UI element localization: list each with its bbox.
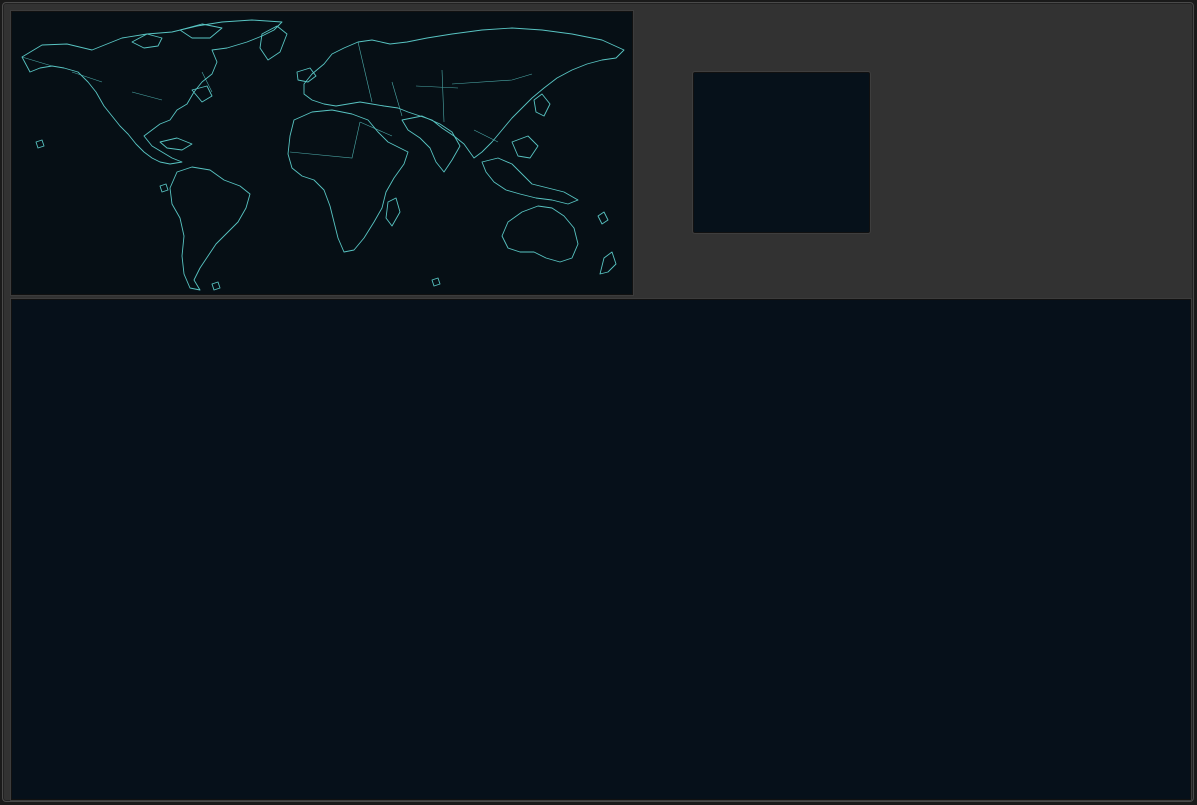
world-map-panel[interactable] <box>11 11 633 295</box>
app-window <box>2 2 1194 802</box>
south-america-outline <box>169 166 251 291</box>
main-content-panel <box>11 299 1191 800</box>
australia-outline <box>501 205 579 263</box>
africa-outline <box>287 109 409 253</box>
europe-outline <box>303 27 625 159</box>
preview-panel <box>693 72 870 233</box>
north-america-outline <box>21 19 283 165</box>
world-map-icon <box>21 19 625 291</box>
